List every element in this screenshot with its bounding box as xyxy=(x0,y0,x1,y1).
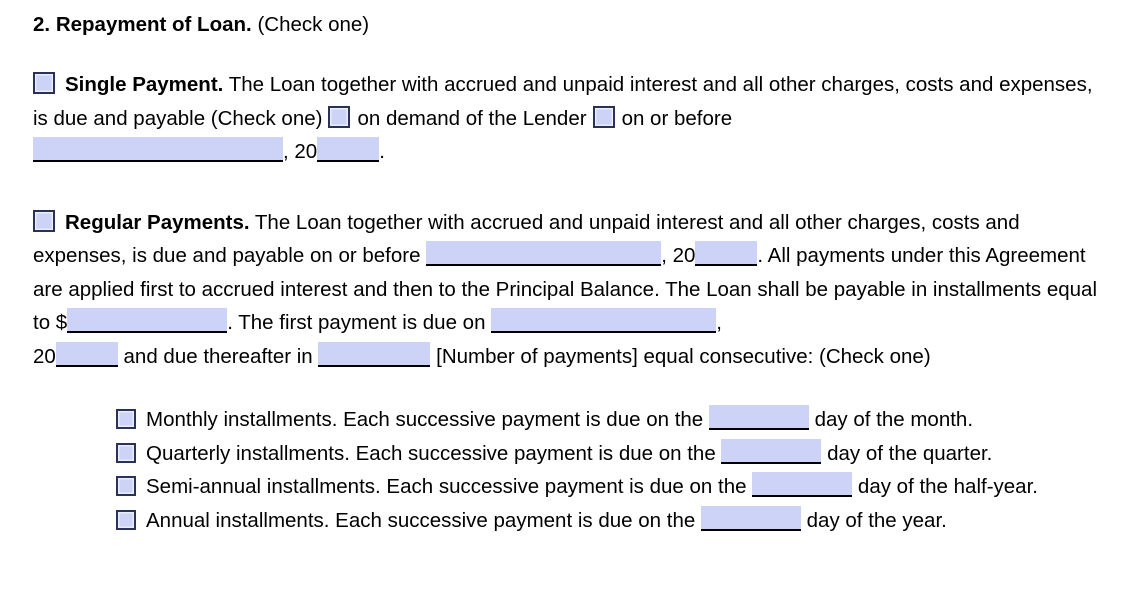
regular-payments-text-3: . The first payment is due on xyxy=(227,311,486,334)
input-monthly-day[interactable] xyxy=(708,405,809,430)
single-payment-option-on-or-before: on or before xyxy=(621,106,733,130)
regular-payments-label: Regular Payments. xyxy=(65,210,250,234)
checkbox-monthly-installments[interactable] xyxy=(116,409,136,429)
input-regular-due-date[interactable] xyxy=(426,241,662,266)
installment-option-semi-annual-text-after: day of the half-year. xyxy=(857,475,1038,498)
regular-payments-year-prefix-1: 20 xyxy=(672,244,696,267)
installment-option-monthly-text-before: Monthly installments. Each successive pa… xyxy=(146,408,704,431)
section-heading: 2. Repayment of Loan. (Check one) xyxy=(33,12,1099,38)
installment-option-semi-annual-text-before: Semi-annual installments. Each successiv… xyxy=(146,475,747,498)
input-single-payment-date[interactable] xyxy=(33,137,283,162)
installment-option-quarterly-text-after: day of the quarter. xyxy=(827,441,993,465)
installment-option-annual-text-after: day of the year. xyxy=(806,508,947,532)
regular-payments-paragraph: Regular Payments. The Loan together with… xyxy=(33,206,1099,374)
regular-payments-year-prefix-2: 20 xyxy=(33,344,56,368)
checkbox-regular-payments[interactable] xyxy=(33,209,55,232)
single-payment-year-group: 20. xyxy=(294,137,385,163)
single-payment-option-on-demand: on demand of the Lender xyxy=(357,106,587,130)
single-payment-paragraph: Single Payment. The Loan together with a… xyxy=(33,68,1099,169)
installment-option-semi-annual: Semi-annual installments. Each successiv… xyxy=(116,470,1099,504)
section-number: 2. xyxy=(33,13,51,36)
single-payment-label: Single Payment. xyxy=(65,73,224,96)
section-instruction: (Check one) xyxy=(257,13,370,36)
installment-option-monthly: Monthly installments. Each successive pa… xyxy=(116,403,1099,437)
single-payment-year-prefix: 20 xyxy=(294,140,318,163)
first-payment-year-group: 20 xyxy=(33,341,118,368)
input-number-of-payments[interactable] xyxy=(318,341,431,367)
installment-option-annual-text-before: Annual installments. Each successive pay… xyxy=(146,508,696,532)
input-installment-amount[interactable] xyxy=(67,308,228,333)
regular-payments-comma-2: , xyxy=(716,311,722,334)
installment-options-list: Monthly installments. Each successive pa… xyxy=(33,403,1099,537)
regular-payments-text-5: [Number of payments] equal consecutive: … xyxy=(436,344,931,368)
regular-payments-comma-1: , xyxy=(661,244,667,267)
checkbox-on-or-before[interactable] xyxy=(592,105,615,128)
input-semi-annual-day[interactable] xyxy=(752,472,853,497)
checkbox-quarterly-installments[interactable] xyxy=(116,442,136,463)
section-title: Repayment of Loan. xyxy=(55,13,252,36)
document-page: 2. Repayment of Loan. (Check one) Single… xyxy=(0,0,1129,608)
single-payment-period: . xyxy=(379,140,385,163)
checkbox-annual-installments[interactable] xyxy=(116,509,136,530)
input-regular-due-year[interactable] xyxy=(695,241,758,266)
input-annual-day[interactable] xyxy=(700,505,801,531)
checkbox-single-payment[interactable] xyxy=(33,72,55,94)
input-first-payment-date[interactable] xyxy=(491,308,717,333)
input-quarterly-day[interactable] xyxy=(721,438,822,464)
checkbox-semi-annual-installments[interactable] xyxy=(116,476,136,496)
regular-payments-text-4: and due thereafter in xyxy=(123,344,313,368)
installment-option-annual: Annual installments. Each successive pay… xyxy=(116,504,1099,538)
installment-option-quarterly: Quarterly installments. Each successive … xyxy=(116,437,1099,471)
installment-option-quarterly-text-before: Quarterly installments. Each successive … xyxy=(146,441,716,465)
input-first-payment-year[interactable] xyxy=(55,341,118,367)
installment-option-monthly-text-after: day of the month. xyxy=(814,408,974,431)
single-payment-comma: , xyxy=(283,140,289,163)
regular-due-year-group: 20 xyxy=(672,241,758,267)
input-single-payment-year[interactable] xyxy=(317,137,380,162)
checkbox-on-demand-of-lender[interactable] xyxy=(328,105,351,128)
